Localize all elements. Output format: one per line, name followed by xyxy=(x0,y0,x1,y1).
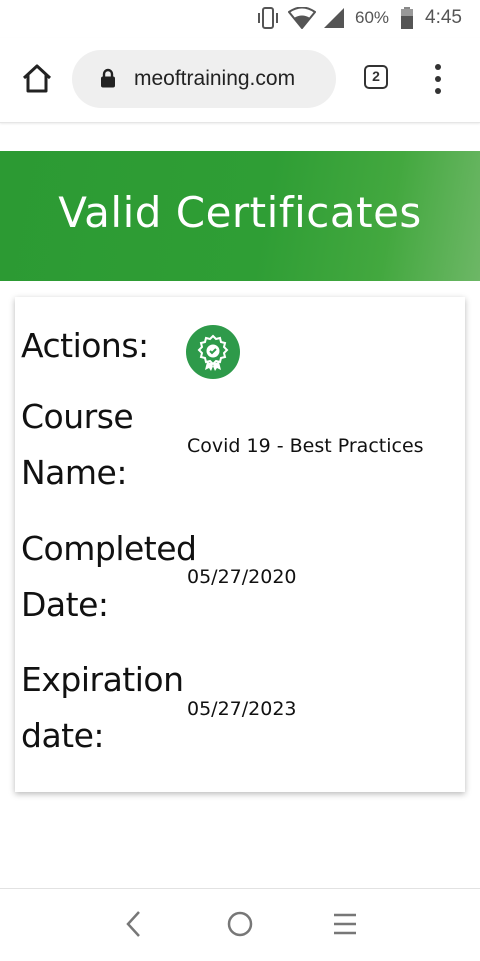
battery-percentage: 60% xyxy=(355,8,390,27)
expiration-date-label: Expiration date: xyxy=(21,660,184,755)
home-circle-icon[interactable] xyxy=(226,909,254,943)
wifi-icon xyxy=(287,6,317,33)
course-name-label: Course Name: xyxy=(21,397,134,492)
back-icon[interactable] xyxy=(124,909,144,943)
recents-icon[interactable] xyxy=(332,909,358,943)
status-bar: 60% 4:45 xyxy=(0,0,480,38)
browser-toolbar: meoftraining.com 2 xyxy=(0,38,480,123)
battery-icon xyxy=(401,7,413,33)
completed-date-value: 05/27/2020 xyxy=(187,566,297,588)
expiration-date-value: 05/27/2023 xyxy=(187,698,297,720)
view-certificate-button[interactable] xyxy=(186,325,240,379)
status-clock: 4:45 xyxy=(425,7,462,28)
signal-icon xyxy=(322,7,346,33)
system-nav-bar xyxy=(0,888,480,961)
vibrate-icon xyxy=(256,7,280,33)
award-certificate-icon xyxy=(197,334,229,371)
certificate-card: Actions: Course Name: Covid 19 - Best Pr… xyxy=(15,297,465,792)
tab-switcher-button[interactable]: 2 xyxy=(364,65,388,89)
home-icon xyxy=(22,64,52,93)
actions-label: Actions: xyxy=(21,326,149,365)
url-text: meoftraining.com xyxy=(134,67,296,90)
page-title: Valid Certificates xyxy=(58,188,422,237)
url-bar[interactable]: meoftraining.com xyxy=(72,50,336,108)
lock-icon xyxy=(100,68,116,92)
page-banner: Valid Certificates xyxy=(0,151,480,281)
home-button[interactable] xyxy=(20,62,54,96)
course-name-value: Covid 19 - Best Practices xyxy=(187,435,424,457)
more-vert-icon[interactable] xyxy=(428,62,448,96)
completed-date-label: Completed Date: xyxy=(21,529,197,624)
